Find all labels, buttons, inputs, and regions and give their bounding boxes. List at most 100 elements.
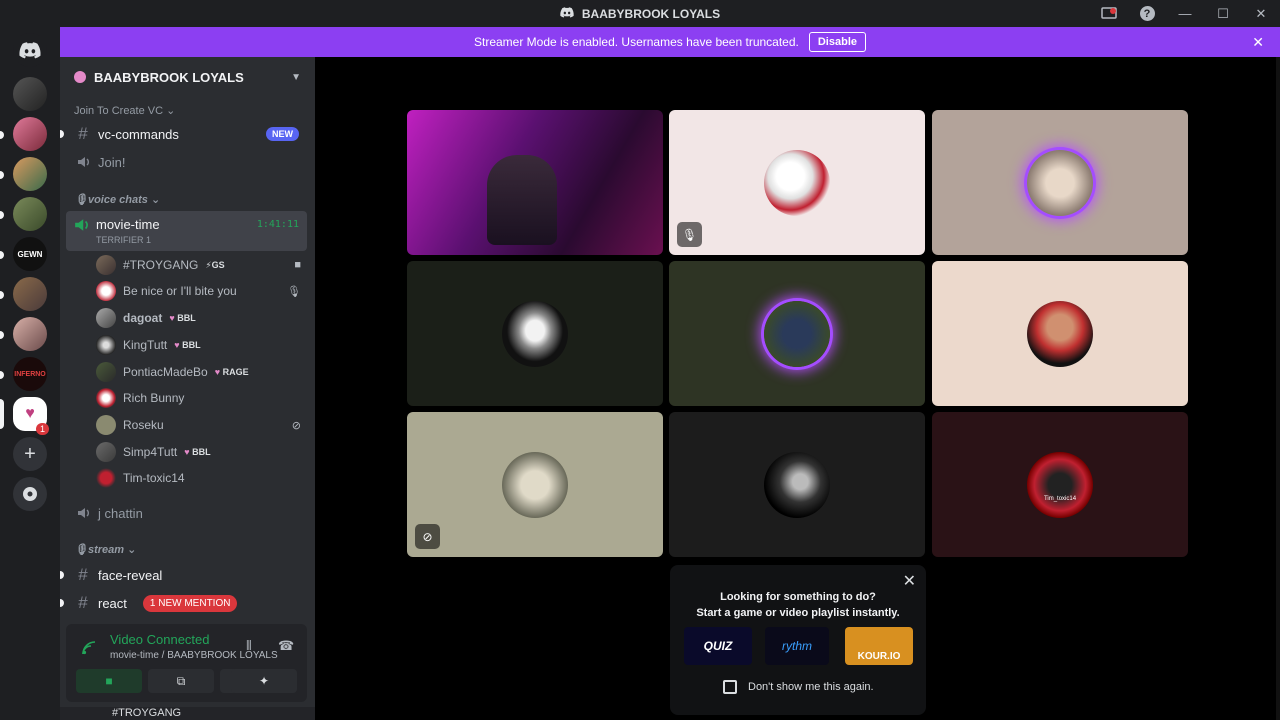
video-tile-roseku[interactable]: ⊘ bbox=[407, 412, 663, 557]
video-tile-rich-bunny[interactable] bbox=[932, 261, 1188, 406]
explore-button[interactable] bbox=[13, 477, 47, 511]
user-name: #TROYGANG bbox=[123, 258, 199, 272]
voice-user-troygang[interactable]: #TROYGANG ⚡GS ■ bbox=[96, 253, 301, 277]
voice-user-roseku[interactable]: Roseku ⊘ bbox=[96, 413, 301, 437]
popup-heading: Looking for something to do? bbox=[720, 591, 876, 603]
avatar bbox=[96, 468, 116, 488]
voice-user-kingtutt[interactable]: KingTutt ♥ BBL bbox=[96, 333, 301, 357]
noise-suppression-icon[interactable]: ⦀ bbox=[246, 638, 252, 654]
video-tile-troygang[interactable] bbox=[407, 110, 663, 255]
channel-join[interactable]: Join! bbox=[68, 149, 307, 175]
voice-user-be-nice[interactable]: Be nice or I'll bite you 🎙 bbox=[96, 279, 301, 303]
close-window-button[interactable]: ✕ bbox=[1242, 0, 1280, 27]
avatar bbox=[764, 149, 830, 216]
voice-channel-path[interactable]: movie-time / BAABYBROOK LOYALS bbox=[110, 650, 278, 661]
video-tile-be-nice[interactable]: 🎙 bbox=[669, 110, 925, 255]
window-title-text: BAABYBROOK LOYALS bbox=[581, 6, 721, 21]
channel-vc-commands[interactable]: # vc-commands NEW bbox=[60, 121, 307, 147]
channel-react[interactable]: # react 1 NEW MENTION bbox=[60, 590, 307, 616]
video-tile-simp4tutt[interactable] bbox=[669, 412, 925, 557]
help-button[interactable]: ? bbox=[1128, 0, 1166, 27]
activity-rythm[interactable]: rythm bbox=[765, 627, 829, 665]
video-tile-tim-toxic14[interactable]: Tim_toxic14 bbox=[932, 412, 1188, 557]
voice-user-dagoat[interactable]: dagoat ♥ BBL bbox=[96, 306, 301, 330]
voice-user-simp4tutt[interactable]: Simp4Tutt ♥ BBL bbox=[96, 440, 301, 464]
category-voice-chats[interactable]: 🎙voice chats ⌄ bbox=[74, 193, 160, 206]
voice-user-pontiacmadebo[interactable]: PontiacMadeBo ♥ RAGE bbox=[96, 360, 301, 384]
channel-face-reveal[interactable]: # face-reveal bbox=[60, 562, 307, 588]
user-name: dagoat bbox=[123, 311, 163, 325]
bbl-tag: ♥ BBL bbox=[184, 447, 210, 457]
guild-header[interactable]: BAABYBROOK LOYALS ▼ bbox=[60, 57, 315, 97]
disconnect-icon[interactable]: ☎ bbox=[278, 638, 294, 654]
server-icon-baabybrook[interactable]: ♥ 1 bbox=[13, 397, 49, 435]
inbox-icon[interactable] bbox=[1090, 0, 1128, 27]
close-icon[interactable]: ✕ bbox=[1252, 34, 1264, 51]
add-server-button[interactable]: + bbox=[13, 437, 47, 471]
channel-movie-time[interactable]: movie-time TERRIFIER 1 1:41:11 bbox=[66, 211, 307, 251]
streamer-mode-banner: Streamer Mode is enabled. Usernames have… bbox=[60, 27, 1280, 57]
popup-subheading: Start a game or video playlist instantly… bbox=[696, 607, 900, 619]
signal-icon[interactable] bbox=[82, 641, 96, 660]
discord-logo-icon bbox=[560, 6, 574, 21]
voice-status[interactable]: Video Connected bbox=[110, 632, 210, 647]
avatar bbox=[764, 451, 830, 518]
video-tile-kingtutt[interactable] bbox=[407, 261, 663, 406]
microphone-icon: 🎙 bbox=[677, 222, 702, 247]
server-icon[interactable] bbox=[13, 157, 47, 191]
video-tile-pontiacmadebo[interactable] bbox=[669, 261, 925, 406]
new-badge: NEW bbox=[266, 127, 299, 141]
unread-pill bbox=[0, 291, 4, 299]
channel-j-chattin[interactable]: j chattin bbox=[68, 500, 307, 526]
category-stream[interactable]: 🎙stream ⌄ bbox=[74, 543, 136, 556]
unread-pill bbox=[0, 251, 4, 259]
mention-badge: 1 NEW MENTION bbox=[142, 594, 238, 612]
category-label: stream bbox=[87, 544, 125, 556]
checkbox-label[interactable]: Don't show me this again. bbox=[748, 681, 874, 693]
window-title: BAABYBROOK LOYALS bbox=[560, 7, 720, 21]
hash-icon: # bbox=[78, 565, 88, 584]
home-button[interactable] bbox=[13, 33, 47, 67]
voice-user-tim-toxic14[interactable]: Tim-toxic14 bbox=[96, 466, 301, 490]
activity-label: rythm bbox=[782, 639, 812, 653]
avatar bbox=[502, 300, 568, 367]
category-join-to-create[interactable]: Join To Create VC ⌄ bbox=[74, 104, 175, 117]
title-bar: BAABYBROOK LOYALS ? — ☐ ✕ bbox=[0, 0, 1280, 27]
soundboard-button[interactable]: ✦ bbox=[231, 669, 297, 693]
dont-show-checkbox[interactable] bbox=[723, 680, 737, 694]
user-panel[interactable]: #TROYGANG bbox=[60, 707, 315, 720]
camera-button[interactable]: ■ bbox=[76, 669, 142, 693]
voice-user-rich-bunny[interactable]: Rich Bunny bbox=[96, 386, 301, 410]
user-tag: BBL bbox=[192, 447, 211, 457]
server-icon[interactable] bbox=[13, 317, 47, 351]
close-icon[interactable]: ✕ bbox=[903, 571, 916, 591]
microphone-icon: 🎙 bbox=[74, 544, 88, 556]
unread-pill bbox=[0, 211, 4, 219]
video-tile-dagoat[interactable] bbox=[932, 110, 1188, 255]
unread-pill bbox=[60, 130, 64, 138]
screen-share-button[interactable]: ⧉ bbox=[148, 669, 214, 693]
server-icon[interactable] bbox=[13, 197, 47, 231]
avatar-caption: Tim_toxic14 bbox=[1043, 495, 1077, 502]
user-tag: ⚡GS bbox=[205, 259, 225, 270]
activity-kour[interactable]: KOUR.IO bbox=[845, 627, 913, 665]
heart-icon: ♥ bbox=[174, 340, 180, 350]
plus-icon: + bbox=[24, 442, 36, 465]
chevron-down-icon: ▼ bbox=[291, 71, 301, 83]
hash-icon: # bbox=[78, 593, 88, 612]
video-stage: 🎙 ⊘ Tim_toxic14 ✕ Looking for something … bbox=[315, 57, 1280, 720]
minimize-button[interactable]: — bbox=[1166, 0, 1204, 27]
server-icon[interactable] bbox=[13, 117, 47, 151]
server-icon[interactable] bbox=[13, 77, 47, 111]
disable-button[interactable]: Disable bbox=[808, 32, 866, 52]
chevron-down-icon: ⌄ bbox=[150, 194, 161, 206]
avatar bbox=[1027, 149, 1093, 216]
server-icon[interactable] bbox=[13, 277, 47, 311]
unread-pill bbox=[0, 331, 4, 339]
server-icon[interactable]: GEWN bbox=[13, 237, 47, 271]
guild-name: BAABYBROOK LOYALS bbox=[94, 69, 244, 85]
scrollbar[interactable] bbox=[1276, 57, 1280, 720]
activity-quiz[interactable]: QUIZ bbox=[684, 627, 752, 665]
server-icon[interactable]: INFERNO bbox=[13, 357, 47, 391]
maximize-button[interactable]: ☐ bbox=[1204, 0, 1242, 27]
